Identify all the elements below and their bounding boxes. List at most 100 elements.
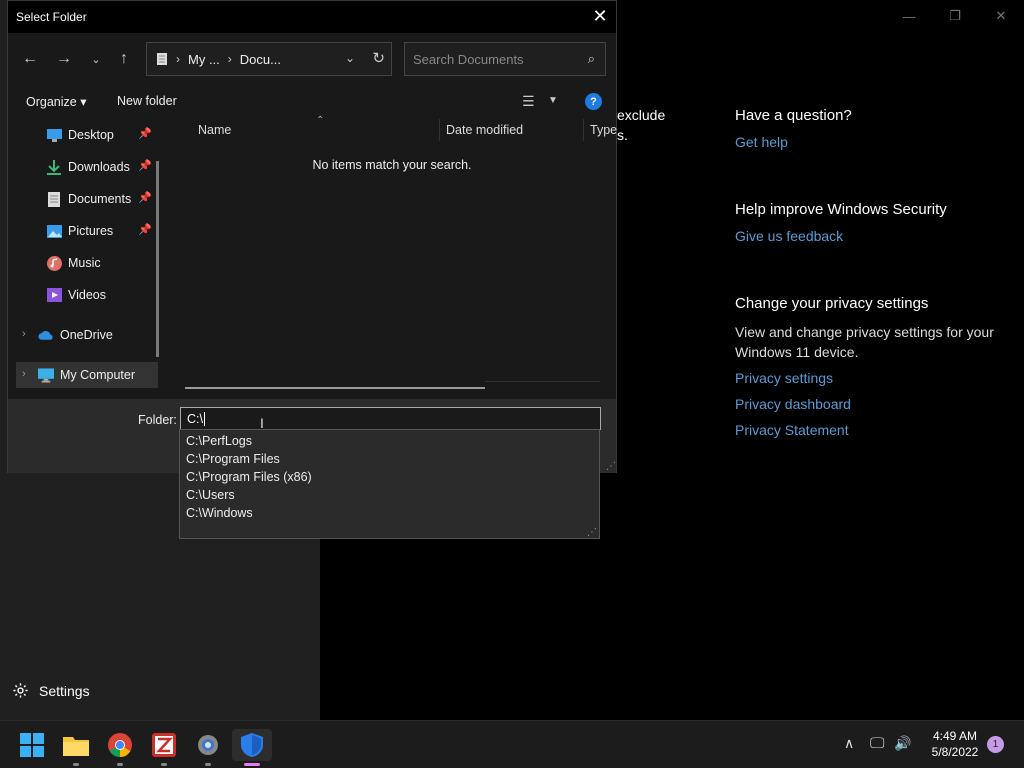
text-caret [203, 411, 205, 426]
taskbar-settings[interactable] [188, 729, 228, 766]
nav-item-my-computer[interactable]: › My Computer [16, 362, 158, 388]
running-indicator [117, 763, 123, 766]
pin-icon: 📌 [138, 128, 152, 140]
back-button[interactable]: ← [18, 47, 42, 71]
new-folder-button[interactable]: New folder [117, 94, 177, 108]
app-z-icon [152, 733, 176, 757]
document-icon [157, 53, 167, 65]
videos-icon [46, 287, 62, 303]
nav-label: Downloads [68, 160, 130, 174]
help-icon[interactable]: ? [585, 93, 602, 110]
back-arrow-icon: ← [22, 50, 38, 67]
privacy-text: View and change privacy settings for you… [735, 324, 994, 360]
question-heading: Have a question? [735, 107, 852, 124]
address-bar[interactable]: › My ... › Docu... ⌄ ↻ [146, 42, 392, 76]
breadcrumb-my-computer[interactable]: My ... [188, 52, 220, 67]
folder-input[interactable]: C:\ [180, 407, 601, 430]
show-hidden-icons-chevron-icon[interactable]: ∧ [844, 735, 854, 752]
column-divider[interactable] [439, 119, 440, 141]
breadcrumb-documents[interactable]: Docu... [240, 52, 281, 67]
up-button[interactable]: ↑ [112, 47, 136, 71]
folder-input-value: C:\ [187, 411, 203, 426]
column-header-date-modified[interactable]: Date modified [446, 123, 523, 137]
notification-badge[interactable]: 1 [987, 736, 1004, 753]
autocomplete-item[interactable]: C:\Windows [180, 504, 599, 522]
refresh-icon[interactable]: ↻ [372, 49, 385, 67]
nav-scrollbar[interactable] [156, 161, 159, 357]
autocomplete-item[interactable]: C:\Program Files (x86) [180, 468, 599, 486]
settings-nav-item[interactable]: Settings [12, 682, 90, 699]
expand-chevron-icon[interactable]: › [22, 368, 26, 380]
up-arrow-icon: ↑ [120, 50, 128, 67]
nav-label: My Computer [60, 368, 136, 382]
horizontal-scrollbar[interactable] [185, 387, 485, 389]
search-input[interactable]: Search Documents ⌕ [404, 42, 606, 76]
windows-security-icon [241, 733, 263, 757]
organize-button[interactable]: Organize ▾ [26, 94, 86, 109]
downloads-icon [46, 159, 62, 175]
address-dropdown-icon[interactable]: ⌄ [345, 51, 355, 65]
nav-item-pictures[interactable]: Pictures 📌 [16, 218, 158, 244]
nav-item-onedrive[interactable]: › OneDrive [16, 322, 158, 348]
nav-label: Videos [68, 288, 106, 302]
network-icon[interactable]: 🖵 [870, 735, 884, 752]
taskbar-app-z[interactable] [144, 729, 184, 766]
nav-item-desktop[interactable]: Desktop 📌 [16, 122, 158, 148]
column-divider[interactable] [583, 119, 584, 141]
clock-date: 5/8/2022 [931, 745, 979, 759]
feedback-link[interactable]: Give us feedback [735, 226, 1005, 246]
view-dropdown-icon[interactable]: ▼ [548, 95, 558, 106]
taskbar-file-explorer[interactable] [56, 729, 96, 766]
clock[interactable]: 4:49 AM 5/8/2022 [922, 728, 988, 760]
folder-label: Folder: [138, 413, 177, 427]
resize-grip-icon[interactable]: ⋰ [606, 461, 616, 472]
expand-chevron-icon[interactable]: › [22, 328, 26, 340]
autocomplete-item[interactable]: C:\PerfLogs [180, 432, 599, 450]
view-options-icon[interactable]: ☰ [522, 93, 535, 110]
nav-label: OneDrive [60, 328, 113, 342]
navigation-bar: ← → ⌄ ↑ › My ... › Docu... ⌄ ↻ Search Do… [8, 41, 616, 77]
privacy-statement-link[interactable]: Privacy Statement [735, 420, 1005, 440]
volume-icon[interactable]: 🔊 [894, 735, 911, 752]
dialog-close-button[interactable]: ✕ [584, 1, 616, 31]
forward-arrow-icon: → [56, 50, 72, 67]
get-help-link[interactable]: Get help [735, 132, 1005, 152]
nav-item-music[interactable]: Music [16, 250, 158, 276]
privacy-settings-link[interactable]: Privacy settings [735, 368, 1005, 388]
taskbar-chrome[interactable] [100, 729, 140, 766]
recent-locations-button[interactable]: ⌄ [84, 47, 108, 71]
maximize-button[interactable]: ❐ [932, 4, 978, 28]
taskbar-windows-security[interactable] [232, 729, 272, 766]
close-window-button[interactable]: ✕ [978, 4, 1024, 28]
chevron-down-icon: ⌄ [91, 53, 101, 66]
privacy-section: Change your privacy settings View and ch… [735, 294, 1005, 440]
forward-button[interactable]: → [52, 47, 76, 71]
column-header-type[interactable]: Type [590, 123, 617, 137]
privacy-dashboard-link[interactable]: Privacy dashboard [735, 394, 1005, 414]
breadcrumb-separator-icon: › [176, 52, 180, 66]
navigation-pane: Desktop 📌 Downloads 📌 Documents 📌 Pictur… [8, 119, 163, 399]
column-header-name[interactable]: Name [198, 123, 231, 137]
nav-label: Documents [68, 192, 132, 206]
nav-label: Music [68, 256, 101, 270]
desktop-icon [46, 127, 62, 143]
autocomplete-item[interactable]: C:\Users [180, 486, 599, 504]
command-bar: Organize ▾ New folder ☰ ▼ ? [8, 89, 616, 117]
start-button[interactable] [12, 729, 52, 761]
improve-heading: Help improve Windows Security [735, 201, 947, 218]
pin-icon: 📌 [138, 192, 152, 204]
nav-item-downloads[interactable]: Downloads 📌 [16, 154, 158, 180]
music-icon [46, 255, 62, 271]
resize-grip-icon[interactable]: ⋰ [587, 527, 597, 538]
minimize-button[interactable]: — [886, 4, 932, 28]
running-indicator [205, 763, 211, 766]
nav-item-documents[interactable]: Documents 📌 [16, 186, 158, 212]
pin-icon: 📌 [138, 224, 152, 236]
search-placeholder: Search Documents [413, 51, 524, 67]
pictures-icon [46, 223, 62, 239]
gear-icon [13, 683, 28, 698]
nav-item-videos[interactable]: Videos [16, 282, 158, 308]
autocomplete-dropdown: C:\PerfLogs C:\Program Files C:\Program … [179, 429, 600, 539]
breadcrumb-separator-icon: › [227, 52, 232, 66]
autocomplete-item[interactable]: C:\Program Files [180, 450, 599, 468]
